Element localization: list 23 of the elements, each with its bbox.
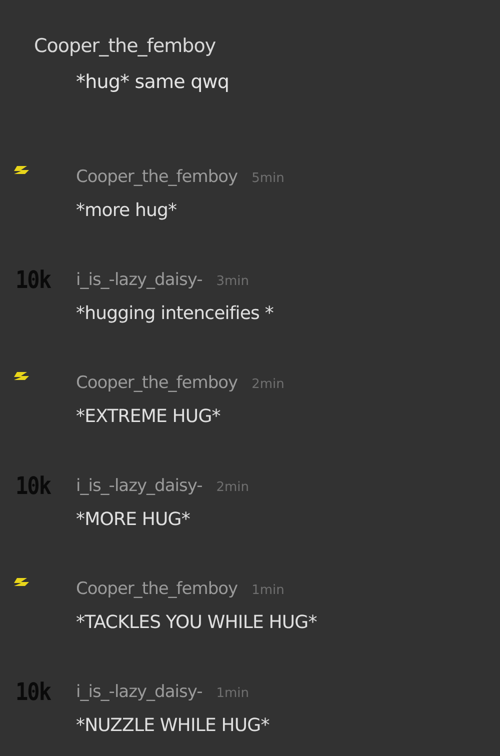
timestamp: 1min [216,685,250,703]
comment-text: *hugging intenceifies * [76,302,274,326]
comment-text: *EXTREME HUG* [76,405,222,429]
lightning-bolt-icon [12,165,32,175]
comment-text: *NUZZLE WHILE HUG* [76,714,270,738]
username[interactable]: Cooper_the_femboy [76,161,238,193]
comment-text: *MORE HUG* [76,508,191,532]
username[interactable]: i_is_-lazy_daisy- [76,264,202,296]
timestamp: 1min [252,582,284,600]
comment-text: *more hug* [76,199,178,223]
username[interactable]: Cooper_the_femboy [76,367,238,399]
timestamp: 3min [216,273,250,291]
timestamp: 5min [252,170,284,188]
username[interactable]: Cooper_the_femboy [76,573,238,605]
username[interactable]: Cooper_the_femboy [34,30,500,62]
timestamp: 2min [216,479,250,497]
username[interactable]: i_is_-lazy_daisy- [76,470,202,502]
lightning-bolt-icon [12,577,32,587]
username[interactable]: i_is_-lazy_daisy- [76,676,202,708]
comment-text: *hug* same qwq [76,70,230,95]
timestamp: 2min [252,376,284,394]
comment-text: *TACKLES YOU WHILE HUG* [76,611,318,635]
lightning-bolt-icon [12,371,32,381]
